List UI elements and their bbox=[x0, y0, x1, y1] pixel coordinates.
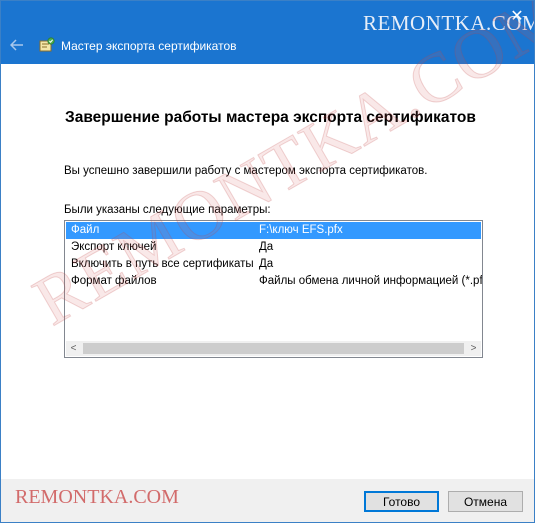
back-button[interactable] bbox=[5, 33, 29, 57]
params-row[interactable]: Экспорт ключей Да bbox=[66, 239, 481, 256]
param-name: Файл bbox=[71, 224, 100, 236]
title-bar: REMONTKA.COM ✕ Мастер экспорта сертифика… bbox=[1, 1, 534, 64]
chevron-left-icon: < bbox=[70, 343, 77, 354]
params-list[interactable]: Файл F:\ключ EFS.pfx Экспорт ключей Да В… bbox=[64, 220, 483, 358]
params-row[interactable]: Включить в путь все сертификаты Да bbox=[66, 256, 481, 273]
finish-button[interactable]: Готово bbox=[364, 491, 439, 512]
success-message: Вы успешно завершили работу с мастером э… bbox=[64, 165, 428, 177]
param-value: Да bbox=[259, 258, 274, 270]
param-value: Файлы обмена личной информацией (*.pfx) bbox=[259, 275, 483, 287]
scroll-right-button[interactable]: > bbox=[466, 341, 481, 356]
param-value: F:\ключ EFS.pfx bbox=[259, 224, 343, 236]
certificate-wizard-icon bbox=[39, 37, 55, 52]
param-name: Включить в путь все сертификаты bbox=[71, 258, 254, 270]
close-button[interactable]: ✕ bbox=[500, 1, 534, 31]
params-row[interactable]: Формат файлов Файлы обмена личной информ… bbox=[66, 273, 483, 290]
chevron-right-icon: > bbox=[470, 343, 477, 354]
param-value: Да bbox=[259, 241, 274, 253]
watermark-bottom: REMONTKA.COM bbox=[15, 486, 179, 508]
export-wizard-window: REMONTKA.COM ✕ Мастер экспорта сертифика… bbox=[0, 0, 535, 523]
param-name: Экспорт ключей bbox=[71, 241, 157, 253]
param-name: Формат файлов bbox=[71, 275, 157, 287]
window-title: Мастер экспорта сертификатов bbox=[61, 39, 237, 53]
page-heading: Завершение работы мастера экспорта серти… bbox=[65, 109, 476, 126]
horizontal-scrollbar[interactable]: < > bbox=[66, 341, 481, 356]
scrollbar-thumb[interactable] bbox=[83, 343, 464, 354]
params-label: Были указаны следующие параметры: bbox=[64, 204, 271, 216]
scroll-left-button[interactable]: < bbox=[66, 341, 81, 356]
close-icon: ✕ bbox=[510, 8, 524, 25]
back-arrow-icon bbox=[10, 39, 23, 51]
cancel-button[interactable]: Отмена bbox=[448, 491, 523, 512]
params-row[interactable]: Файл F:\ключ EFS.pfx bbox=[66, 222, 481, 239]
button-bar: REMONTKA.COM Готово Отмена bbox=[1, 479, 534, 522]
